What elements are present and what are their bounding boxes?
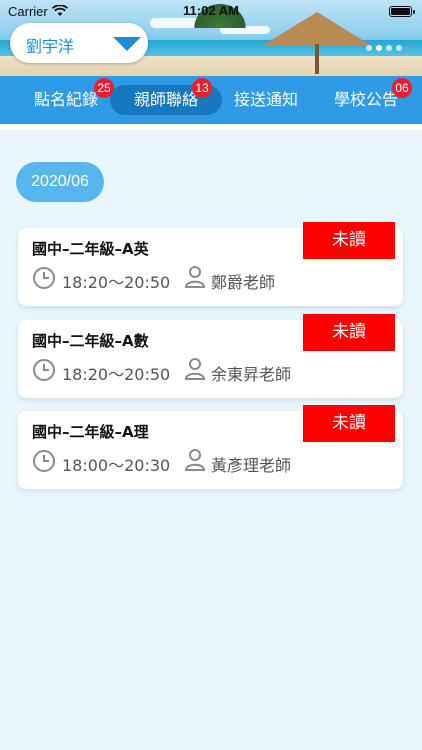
battery-icon: [389, 6, 415, 17]
unread-badge: 未讀: [303, 222, 395, 259]
clock-time: 11:02 AM: [183, 3, 239, 18]
unread-badge: 未讀: [303, 314, 395, 351]
hut-pole-decoration: [315, 44, 319, 74]
tab-pickup[interactable]: 接送通知: [220, 85, 312, 115]
header-banner: Carrier 11:02 AM 劉宇洋: [0, 0, 422, 76]
class-time: 18:20～20:50: [62, 365, 171, 384]
clock-icon: [32, 358, 56, 386]
tab-label: 學校公告: [333, 90, 398, 109]
class-title: 國中–二年級–A英: [32, 240, 149, 258]
tab-badge: 06: [392, 78, 412, 98]
class-time: 18:00～20:30: [62, 456, 171, 475]
status-bar: Carrier 11:02 AM: [0, 0, 422, 22]
tab-announcements[interactable]: 學校公告 06: [320, 78, 412, 115]
carousel-dot: [376, 45, 382, 51]
carousel-dot: [366, 45, 372, 51]
unread-badge: 未讀: [303, 405, 395, 442]
student-selector[interactable]: 劉宇洋: [10, 23, 148, 63]
person-icon: [184, 448, 206, 476]
class-title: 國中–二年級–A理: [32, 423, 149, 441]
tab-bar-divider: [0, 124, 422, 130]
message-card[interactable]: 國中–二年級–A數 未讀 18:20～20:50 余東昇老師: [18, 314, 403, 398]
carousel-dots: [362, 36, 402, 55]
tab-label: 點名紀錄: [33, 90, 98, 109]
person-icon: [184, 265, 206, 293]
tab-bar: 點名紀錄 25 親師聯絡 13 接送通知 學校公告 06: [0, 76, 422, 124]
class-title: 國中–二年級–A數: [32, 332, 149, 350]
chevron-down-icon: [113, 37, 141, 51]
tab-badge: 13: [192, 78, 212, 98]
class-time: 18:20～20:50: [62, 273, 171, 292]
carousel-dot: [386, 45, 392, 51]
student-name: 劉宇洋: [26, 37, 75, 56]
person-icon: [184, 357, 206, 385]
teacher-name: 余東昇老師: [211, 365, 292, 384]
message-card[interactable]: 國中–二年級–A英 未讀 18:20～20:50 鄭爵老師: [18, 222, 403, 306]
teacher-name: 黃彥理老師: [211, 456, 292, 475]
tab-attendance[interactable]: 點名紀錄 25: [20, 78, 114, 115]
tab-label: 接送通知: [233, 90, 298, 109]
carousel-dot: [396, 45, 402, 51]
month-chip[interactable]: 2020/06: [16, 162, 104, 202]
clock-icon: [32, 266, 56, 294]
teacher-name: 鄭爵老師: [211, 273, 276, 292]
message-card[interactable]: 國中–二年級–A理 未讀 18:00～20:30 黃彥理老師: [18, 405, 403, 489]
tab-label: 親師聯絡: [133, 90, 198, 109]
clock-icon: [32, 449, 56, 477]
tab-parent-teacher[interactable]: 親師聯絡 13: [110, 78, 222, 115]
